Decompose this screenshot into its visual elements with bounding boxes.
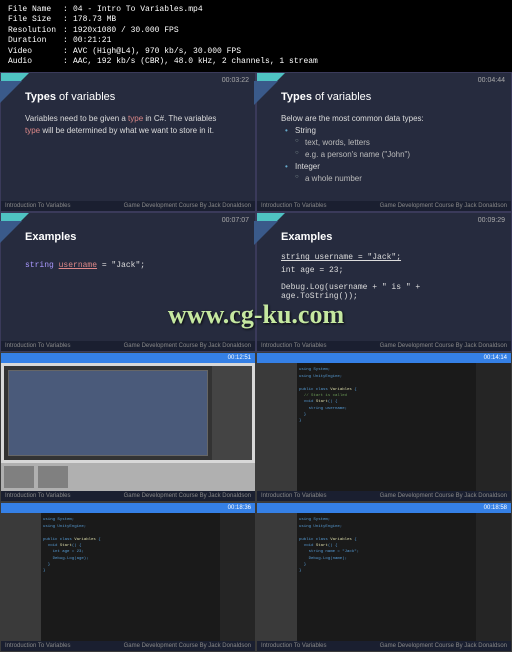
corner-accent-icon [1, 73, 29, 101]
thumbnail-slide-1: 00:03:22 Types of variables Variables ne… [0, 72, 256, 212]
list-item: a whole number [285, 173, 497, 185]
thumbnail-ide-8: 00:18:58 using System;using UnityEngine;… [256, 502, 512, 652]
thumbnail-slide-4: 00:09:29 Examples string username = "Jac… [256, 212, 512, 352]
info-value: 178.73 MB [73, 15, 116, 25]
asset-thumb [4, 466, 34, 488]
timestamp: 00:07:07 [222, 217, 249, 224]
timestamp: 00:04:44 [478, 77, 505, 84]
timestamp: 00:18:58 [484, 505, 507, 511]
ide-title-bar: 00:12:51 [1, 353, 255, 363]
ide-right-panel [476, 513, 511, 643]
slide-intro: Below are the most common data types: [281, 113, 497, 124]
timestamp: 00:18:36 [228, 505, 251, 511]
slide-title: Examples [281, 231, 497, 243]
slide-title: Types of variables [281, 91, 497, 103]
info-value: AAC, 192 kb/s (CBR), 48.0 kHz, 2 channel… [73, 57, 318, 67]
asset-thumb [38, 466, 68, 488]
corner-accent-icon [257, 73, 285, 101]
ide-sidebar [1, 513, 41, 643]
thumbnail-slide-3: 00:07:07 Examples string username = "Jac… [0, 212, 256, 352]
slide-footer: Introduction To VariablesGame Developmen… [257, 341, 511, 351]
info-value: 00:21:21 [73, 36, 111, 46]
ide-title-bar: 00:18:36 [1, 503, 255, 513]
list-item: e.g. a person's name ("John") [285, 149, 497, 161]
code-line: int age = 23; [281, 266, 497, 275]
slide-footer: Introduction To VariablesGame Developmen… [257, 641, 511, 651]
unity-viewport [8, 370, 208, 456]
info-label: Duration [8, 36, 63, 46]
info-value: 1920x1080 / 30.000 FPS [73, 26, 179, 36]
slide-footer: Introduction To VariablesGame Developmen… [257, 201, 511, 211]
thumbnail-grid: 00:03:22 Types of variables Variables ne… [0, 72, 512, 652]
code-line: string username = "Jack"; [25, 261, 241, 270]
code-editor: using System;using UnityEngine;public cl… [297, 513, 476, 643]
ide-sidebar [257, 363, 297, 493]
slide-footer: Introduction To VariablesGame Developmen… [1, 201, 255, 211]
ide-right-panel [476, 363, 511, 493]
list-item: text, words, letters [285, 137, 497, 149]
watermark: www.cg-ku.com [168, 300, 344, 330]
ide-title-bar: 00:14:14 [257, 353, 511, 363]
list-item: Integer [285, 161, 497, 173]
ide-sidebar [257, 513, 297, 643]
info-value: 04 - Intro To Variables.mp4 [73, 5, 203, 15]
code-editor: using System;using UnityEngine;public cl… [297, 363, 476, 493]
timestamp: 00:12:51 [228, 355, 251, 361]
slide-footer: Introduction To VariablesGame Developmen… [257, 491, 511, 501]
info-label: Audio [8, 57, 63, 67]
code-editor: using System;using UnityEngine;public cl… [41, 513, 220, 643]
timestamp: 00:03:22 [222, 77, 249, 84]
timestamp: 00:09:29 [478, 217, 505, 224]
thumbnail-slide-2: 00:04:44 Types of variables Below are th… [256, 72, 512, 212]
thumbnail-ide-5: 00:12:51 Introduction To VariablesGame D… [0, 352, 256, 502]
slide-title: Types of variables [25, 91, 241, 103]
asset-panel [1, 463, 255, 493]
corner-accent-icon [257, 213, 285, 241]
ide-title-bar: 00:18:58 [257, 503, 511, 513]
info-label: File Size [8, 15, 63, 25]
info-label: File Name [8, 5, 63, 15]
ide-right-panel [220, 513, 255, 643]
corner-accent-icon [1, 213, 29, 241]
info-label: Resolution [8, 26, 63, 36]
bullet-list: String text, words, letters e.g. a perso… [281, 125, 497, 185]
thumbnail-ide-7: 00:18:36 using System;using UnityEngine;… [0, 502, 256, 652]
slide-footer: Introduction To VariablesGame Developmen… [1, 491, 255, 501]
slide-footer: Introduction To VariablesGame Developmen… [1, 641, 255, 651]
thumbnail-ide-6: 00:14:14 using System;using UnityEngine;… [256, 352, 512, 502]
list-item: String [285, 125, 497, 137]
timestamp: 00:14:14 [484, 355, 507, 361]
code-line: string username = "Jack"; [281, 253, 497, 262]
code-line: Debug.Log(username + " is " + age.ToStri… [281, 283, 497, 301]
file-info-panel: File Name:04 - Intro To Variables.mp4 Fi… [0, 0, 512, 72]
info-value: AVC (High@L4), 970 kb/s, 30.000 FPS [73, 47, 241, 57]
slide-title: Examples [25, 231, 241, 243]
info-label: Video [8, 47, 63, 57]
slide-body: Variables need to be given a type in C#.… [25, 113, 241, 135]
slide-footer: Introduction To VariablesGame Developmen… [1, 341, 255, 351]
